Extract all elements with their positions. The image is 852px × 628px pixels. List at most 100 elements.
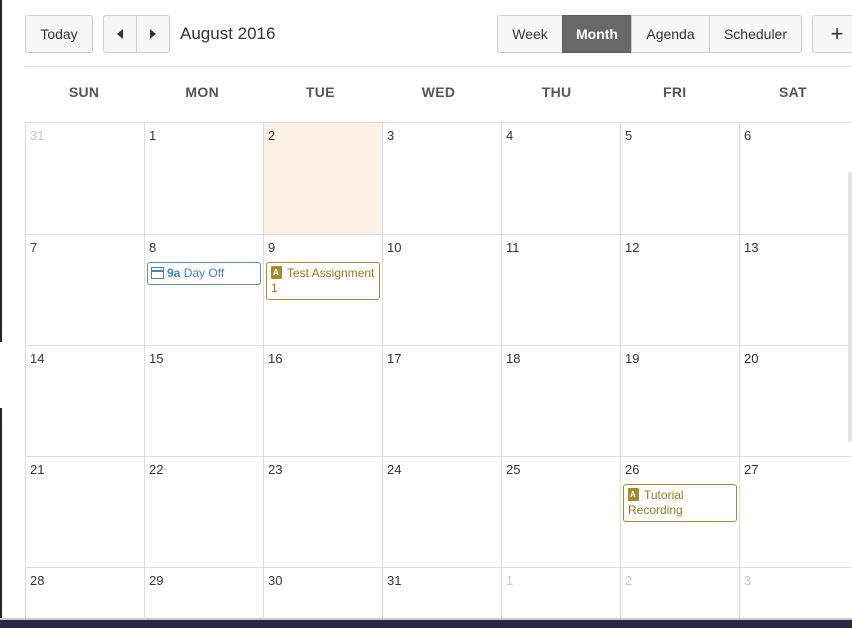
- day-number: 3: [387, 128, 395, 143]
- weekday-header: SUN MON TUE WED THU FRI SAT: [25, 84, 852, 104]
- window-edge: [0, 408, 2, 628]
- day-number: 8: [149, 240, 157, 255]
- day-number: 14: [30, 351, 45, 366]
- scheduler-view-button[interactable]: Scheduler: [709, 15, 802, 53]
- day-cell[interactable]: 15: [144, 346, 263, 457]
- day-cell[interactable]: 1: [144, 123, 263, 235]
- day-number: 2: [268, 128, 276, 143]
- weekday-label: MON: [185, 84, 219, 100]
- weekday-label: SAT: [778, 84, 807, 100]
- month-grid: 31 1 2 3 4 5 6 7 8 9a Day Off 9 Test Ass…: [25, 122, 852, 628]
- day-cell[interactable]: 26 Tutorial Recording: [620, 457, 739, 568]
- day-cell[interactable]: 4: [501, 123, 620, 235]
- day-number: 13: [744, 240, 759, 255]
- day-cell[interactable]: 25: [501, 457, 620, 568]
- day-number: 3: [744, 573, 752, 588]
- day-number: 25: [506, 462, 521, 477]
- day-cell[interactable]: 7: [25, 235, 144, 346]
- day-number: 24: [387, 462, 402, 477]
- event-test-assignment[interactable]: Test Assignment 1: [266, 262, 380, 300]
- divider: [25, 66, 852, 67]
- previous-month-button[interactable]: [103, 15, 137, 53]
- day-cell[interactable]: 22: [144, 457, 263, 568]
- day-number: 31: [30, 128, 45, 143]
- day-number: 19: [625, 351, 640, 366]
- day-number: 21: [30, 462, 45, 477]
- day-cell[interactable]: 5: [620, 123, 739, 235]
- weekday-label: SUN: [68, 84, 100, 100]
- assignment-icon: [628, 488, 639, 501]
- day-cell[interactable]: 11: [501, 235, 620, 346]
- day-cell[interactable]: 12: [620, 235, 739, 346]
- day-cell[interactable]: 24: [382, 457, 501, 568]
- day-number: 16: [268, 351, 283, 366]
- day-number: 1: [149, 128, 157, 143]
- day-cell[interactable]: 21: [25, 457, 144, 568]
- next-month-button[interactable]: [136, 15, 170, 53]
- weekday-label: TUE: [305, 84, 335, 100]
- weekday-label: FRI: [663, 84, 687, 100]
- weekday-label: THU: [541, 84, 572, 100]
- today-button[interactable]: Today: [25, 15, 93, 53]
- assignment-icon: [271, 266, 282, 279]
- scrollbar[interactable]: [848, 172, 852, 442]
- day-number: 27: [744, 462, 759, 477]
- day-number: 22: [149, 462, 164, 477]
- day-number: 18: [506, 351, 521, 366]
- day-cell[interactable]: 8 9a Day Off: [144, 235, 263, 346]
- calendar-title: August 2016: [180, 24, 276, 43]
- calendar-icon: [151, 267, 164, 279]
- week-row: 31 1 2 3 4 5 6: [25, 123, 852, 235]
- day-cell[interactable]: 13: [739, 235, 852, 346]
- day-cell[interactable]: 9 Test Assignment 1: [263, 235, 382, 346]
- day-number: 7: [30, 240, 38, 255]
- day-number: 12: [625, 240, 640, 255]
- day-number: 31: [387, 573, 402, 588]
- event-day-off[interactable]: 9a Day Off: [147, 262, 261, 285]
- week-view-button[interactable]: Week: [497, 15, 563, 53]
- day-cell[interactable]: 31: [25, 123, 144, 235]
- month-view-button[interactable]: Month: [562, 15, 632, 53]
- window-edge: [0, 0, 2, 342]
- event-tutorial-recording[interactable]: Tutorial Recording: [623, 484, 737, 522]
- day-cell[interactable]: 17: [382, 346, 501, 457]
- day-number: 15: [149, 351, 164, 366]
- day-number: 20: [744, 351, 759, 366]
- day-number: 29: [149, 573, 164, 588]
- day-number: 28: [30, 573, 45, 588]
- add-event-button[interactable]: +: [812, 15, 852, 53]
- week-row: 7 8 9a Day Off 9 Test Assignment 1 10 11…: [25, 235, 852, 346]
- week-row: 14 15 16 17 18 19 20: [25, 346, 852, 457]
- day-number: 26: [625, 462, 640, 477]
- view-switcher: Week Month Agenda Scheduler: [497, 15, 802, 53]
- day-number: 10: [387, 240, 402, 255]
- weekday-label: WED: [421, 84, 456, 100]
- day-cell[interactable]: 6: [739, 123, 852, 235]
- day-cell[interactable]: 23: [263, 457, 382, 568]
- day-cell[interactable]: 14: [25, 346, 144, 457]
- day-number: 5: [625, 128, 633, 143]
- day-cell[interactable]: 3: [382, 123, 501, 235]
- agenda-view-button[interactable]: Agenda: [631, 15, 710, 53]
- day-number: 4: [506, 128, 514, 143]
- day-cell[interactable]: 27: [739, 457, 852, 568]
- day-number: 30: [268, 573, 283, 588]
- day-number: 23: [268, 462, 283, 477]
- day-number: 6: [744, 128, 752, 143]
- day-cell[interactable]: 19: [620, 346, 739, 457]
- event-title: Test Assignment 1: [271, 266, 375, 295]
- chevron-right-icon: [150, 29, 156, 39]
- day-cell[interactable]: 16: [263, 346, 382, 457]
- day-number: 17: [387, 351, 402, 366]
- week-row: 21 22 23 24 25 26 Tutorial Recording 27: [25, 457, 852, 568]
- day-number: 1: [506, 573, 514, 588]
- taskbar: [0, 620, 852, 628]
- chevron-left-icon: [117, 29, 123, 39]
- day-cell[interactable]: 10: [382, 235, 501, 346]
- day-number: 2: [625, 573, 633, 588]
- today-cell[interactable]: 2: [263, 123, 382, 235]
- day-cell[interactable]: 20: [739, 346, 852, 457]
- event-title: Day Off: [183, 266, 225, 280]
- day-cell[interactable]: 18: [501, 346, 620, 457]
- day-number: 9: [268, 240, 276, 255]
